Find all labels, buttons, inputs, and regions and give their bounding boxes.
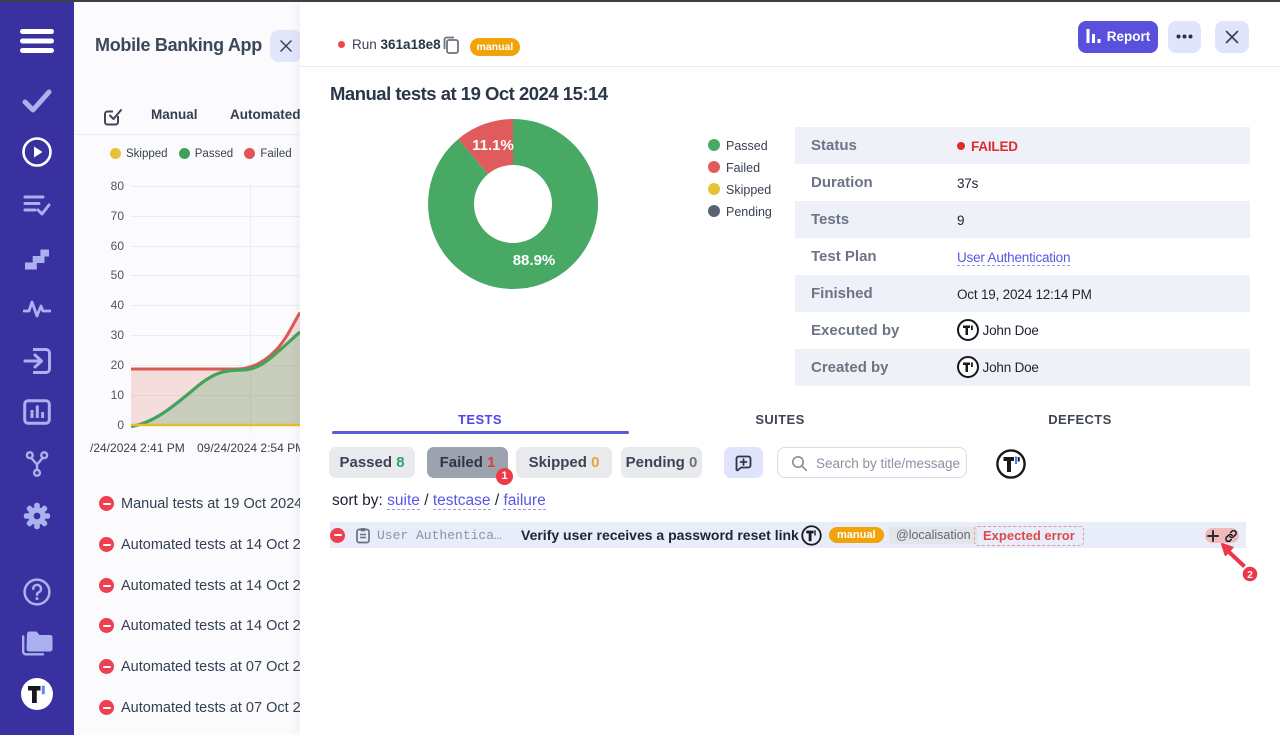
svg-text:2: 2 bbox=[1247, 569, 1253, 581]
svg-text:11.1%: 11.1% bbox=[472, 137, 514, 154]
svg-text:88.9%: 88.9% bbox=[513, 252, 556, 269]
